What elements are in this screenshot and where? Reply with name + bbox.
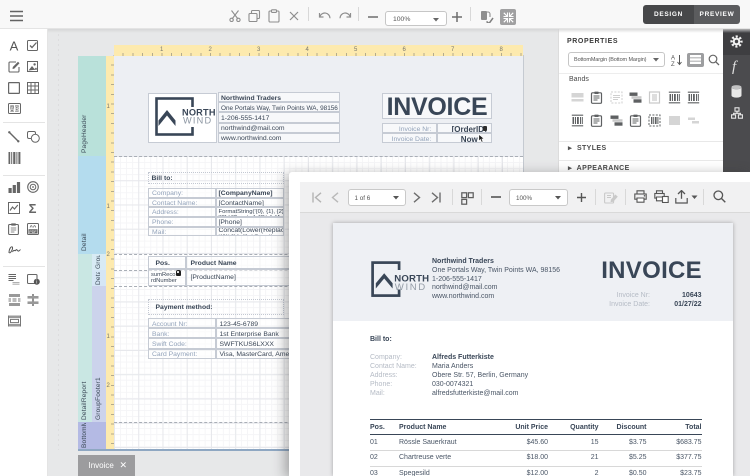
svg-text:PDF: PDF	[29, 230, 37, 234]
svg-text:A: A	[671, 55, 675, 61]
svg-text:Z: Z	[671, 62, 675, 66]
svg-text:A: A	[10, 107, 14, 113]
svg-text:WIND: WIND	[395, 281, 427, 292]
svg-text:WIND: WIND	[183, 115, 212, 125]
svg-text:Σ: Σ	[29, 202, 37, 214]
svg-text:A: A	[10, 40, 19, 52]
svg-text:B: B	[15, 107, 19, 113]
svg-text:i: i	[36, 280, 37, 285]
